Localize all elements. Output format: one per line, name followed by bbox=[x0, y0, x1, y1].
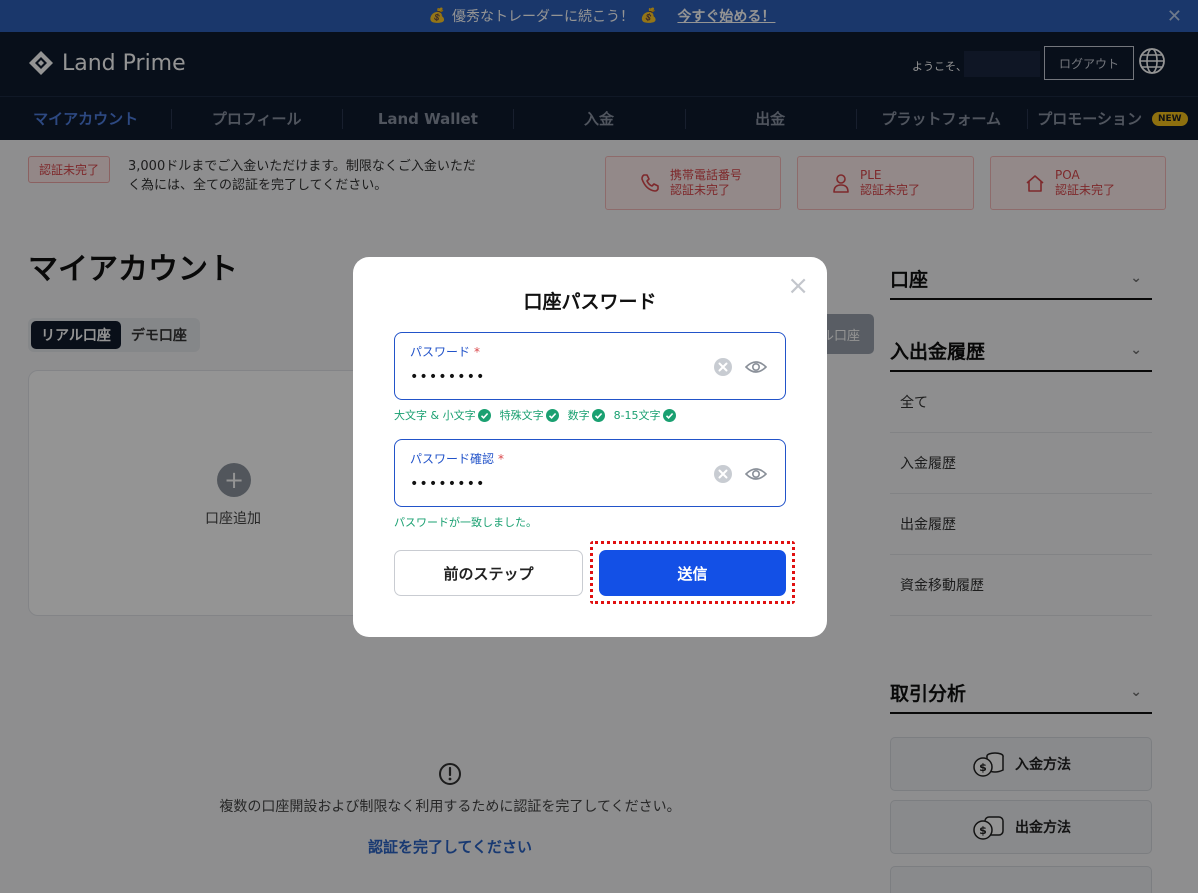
confirm-password-label-text: パスワード確認 bbox=[410, 452, 495, 466]
required-mark: * bbox=[474, 345, 481, 359]
check-circle-icon bbox=[477, 408, 491, 422]
rule-label: 特殊文字 bbox=[499, 409, 544, 422]
rule-label: 数字 bbox=[567, 409, 590, 422]
clear-icon[interactable] bbox=[713, 357, 733, 377]
password-field[interactable]: パスワード * bbox=[394, 332, 786, 400]
rule-case: 大文字 & 小文字 bbox=[394, 407, 491, 423]
check-circle-icon bbox=[545, 408, 559, 422]
required-mark: * bbox=[498, 452, 505, 466]
modal-title: 口座パスワード bbox=[523, 291, 657, 313]
check-circle-icon bbox=[662, 408, 676, 422]
previous-step-button[interactable]: 前のステップ bbox=[394, 550, 583, 596]
rule-special: 特殊文字 bbox=[500, 407, 559, 423]
rule-length: 8-15文字 bbox=[614, 407, 676, 423]
confirm-password-input[interactable] bbox=[410, 476, 690, 492]
rule-label: 大文字 & 小文字 bbox=[394, 409, 476, 422]
submit-button[interactable]: 送信 bbox=[599, 550, 786, 596]
confirm-password-label: パスワード確認 * bbox=[410, 450, 504, 467]
password-input[interactable] bbox=[410, 369, 690, 385]
eye-icon[interactable] bbox=[745, 357, 767, 377]
confirm-password-field[interactable]: パスワード確認 * bbox=[394, 439, 786, 507]
clear-icon[interactable] bbox=[713, 464, 733, 484]
password-label: パスワード * bbox=[410, 343, 480, 360]
password-rules: 大文字 & 小文字 特殊文字 数字 8-15文字 bbox=[394, 407, 685, 423]
password-match-message: パスワードが一致しました。 bbox=[394, 516, 537, 529]
rule-number: 数字 bbox=[568, 407, 605, 423]
check-circle-icon bbox=[591, 408, 605, 422]
password-label-text: パスワード bbox=[410, 345, 471, 359]
rule-label: 8-15文字 bbox=[613, 409, 661, 422]
eye-icon[interactable] bbox=[745, 464, 767, 484]
account-password-modal: × 口座パスワード パスワード* 大文字 & 小文字 特殊文字 数字 8-1 bbox=[353, 257, 827, 637]
